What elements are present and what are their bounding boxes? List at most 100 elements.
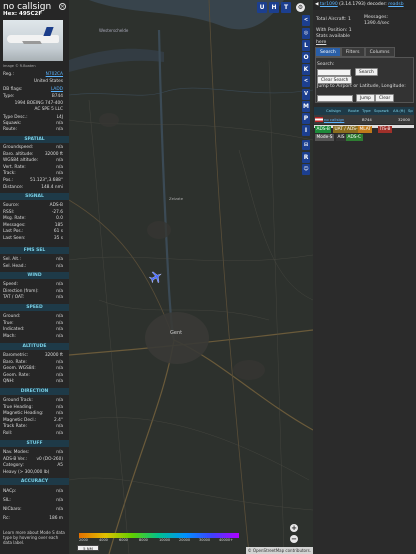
map-button-o[interactable]: O: [302, 52, 310, 63]
operator-row: AC SPE 5 LLC: [3, 107, 63, 113]
map-button-r[interactable]: R: [302, 152, 310, 163]
spatial-label: Track:: [3, 171, 16, 177]
search-input[interactable]: [317, 69, 351, 76]
total-label: Total Aircraft:: [316, 17, 347, 22]
close-icon[interactable]: ✕: [59, 3, 66, 10]
aircraft-marker-icon[interactable]: [149, 270, 163, 284]
filter-icon[interactable]: ⊟: [302, 140, 310, 150]
accuracy-label: NICbaro:: [3, 507, 22, 512]
dbflags-link[interactable]: LADD: [51, 87, 63, 93]
tab-filters[interactable]: Filters: [340, 47, 365, 57]
map-label-zelzate: Zelzate: [169, 196, 184, 201]
vertical-icon[interactable]: V: [302, 89, 310, 100]
reg-link[interactable]: N702CA: [46, 72, 63, 78]
signal-value: 61 s: [53, 229, 63, 235]
total-value: 1: [347, 17, 351, 22]
tab-search[interactable]: Search: [315, 47, 341, 57]
signal-label: Source:: [3, 203, 20, 208]
col-squawk[interactable]: Squawk: [374, 107, 389, 115]
col-route[interactable]: Route: [348, 107, 360, 115]
country-value: United States: [33, 79, 63, 84]
legend-badge[interactable]: TIS-B: [378, 126, 392, 133]
accuracy-value: 186 m: [49, 516, 63, 521]
map-attribution[interactable]: © OpenStreetMap contributors.: [245, 547, 313, 554]
map-button-h[interactable]: H: [269, 2, 279, 13]
map-button-i[interactable]: I: [302, 125, 310, 136]
accuracy-label: NACp:: [3, 489, 17, 494]
aircraft-photo[interactable]: Image © R.Boaten: [3, 20, 63, 68]
map-button-k[interactable]: K: [302, 64, 310, 75]
stuff-row: ADS-B Ver.: v0 (DO-260): [3, 457, 63, 463]
version-number: (3.14.1793): [339, 2, 366, 7]
map-view[interactable]: Westerschelde Gent Zelzate U H T ⚙ < ◎ L…: [69, 0, 313, 554]
accuracy-row: NICbaro: n/a: [3, 507, 63, 513]
col-alt[interactable]: Alt.(ft): [393, 107, 406, 115]
speed-label: Mach:: [3, 333, 16, 339]
photo-plane-wing: [22, 41, 42, 44]
accuracy-label: SIL:: [3, 498, 11, 503]
aircraft-info-panel: no callsign Hex: 495C2F ✕ Image © R.Boat…: [0, 0, 69, 554]
spatial-row: Vert. Rate: n/a: [3, 165, 63, 171]
direction-label: Magnetic Heading:: [3, 411, 44, 417]
col-speed[interactable]: Sp: [408, 107, 413, 115]
version-link[interactable]: tar1090: [320, 2, 338, 7]
clear-search-button[interactable]: Clear Search: [317, 76, 353, 84]
accuracy-value: n/a: [56, 507, 63, 512]
collapse-panel-icon[interactable]: <: [302, 15, 310, 26]
withpos-label: With Position:: [316, 28, 348, 33]
accuracy-label: Rc:: [3, 516, 10, 521]
map-button-t[interactable]: T: [281, 2, 291, 13]
person-icon[interactable]: ☺: [302, 164, 310, 175]
speed-value: n/a: [56, 314, 63, 319]
jump-input[interactable]: [317, 95, 353, 102]
settings-gear-icon[interactable]: ⚙: [296, 3, 305, 12]
altitude-value: n/a: [56, 372, 63, 378]
map-button-p[interactable]: P: [302, 113, 310, 124]
direction-value: n/a: [56, 431, 63, 436]
map-canvas: [69, 0, 313, 554]
row-callsign[interactable]: no callsign: [324, 115, 344, 124]
map-button-l[interactable]: L: [302, 40, 310, 51]
legend-badge[interactable]: ADS-C: [346, 134, 363, 141]
col-type[interactable]: Type: [362, 107, 371, 115]
spatial-value: n/a: [56, 164, 63, 170]
map-button-m[interactable]: M: [302, 101, 310, 112]
tab-columns[interactable]: Columns: [364, 47, 395, 57]
altitude-tick: 20000: [179, 538, 191, 542]
signal-label: Last Pos.:: [3, 229, 24, 235]
table-row[interactable]: no callsign B744 32000: [314, 115, 414, 124]
fmssel-value: n/a: [56, 263, 63, 269]
spatial-label: Pos.:: [3, 178, 14, 183]
section-signal: SIGNAL: [0, 193, 69, 200]
altitude-tick: 2000: [79, 538, 88, 542]
wind-label: Speed:: [3, 282, 18, 287]
stats-link[interactable]: here: [316, 40, 326, 45]
jump-button[interactable]: Jump: [356, 94, 375, 102]
legend-badge[interactable]: MLAT: [358, 126, 373, 133]
expand-icon[interactable]: <: [302, 76, 310, 87]
operator-value: AC SPE 5 LLC: [34, 107, 63, 112]
map-button-u[interactable]: U: [257, 2, 267, 13]
stuff-value: A5: [57, 463, 63, 469]
signal-value: 0.0: [56, 216, 63, 222]
wind-value: n/a: [56, 295, 63, 301]
section-altitude: ALTITUDE: [0, 343, 69, 350]
decoder-link[interactable]: readsb: [388, 2, 403, 7]
search-button[interactable]: Search: [355, 68, 378, 76]
zoom-out-button[interactable]: −: [290, 535, 298, 543]
route-value: n/a: [56, 127, 63, 132]
reset-view-icon[interactable]: ◎: [302, 28, 310, 39]
legend-badge[interactable]: ADS-B: [315, 126, 332, 133]
zoom-in-button[interactable]: +: [290, 524, 298, 532]
decoder-label: decoder:: [367, 2, 387, 7]
altitude-value: 32000 ft: [44, 353, 63, 358]
legend-badge[interactable]: AIS: [336, 134, 346, 141]
section-accuracy: ACCURACY: [0, 478, 69, 485]
col-callsign[interactable]: Callsign: [326, 107, 341, 115]
direction-label: Track Rate:: [3, 424, 27, 430]
clear-button[interactable]: Clear: [375, 94, 395, 102]
spatial-value: 51.123°,3.688°: [30, 178, 63, 183]
legend-badge[interactable]: Mode-S: [315, 134, 334, 141]
altitude-tick: 4000: [99, 538, 108, 542]
altitude-tick: 8000: [139, 538, 148, 542]
